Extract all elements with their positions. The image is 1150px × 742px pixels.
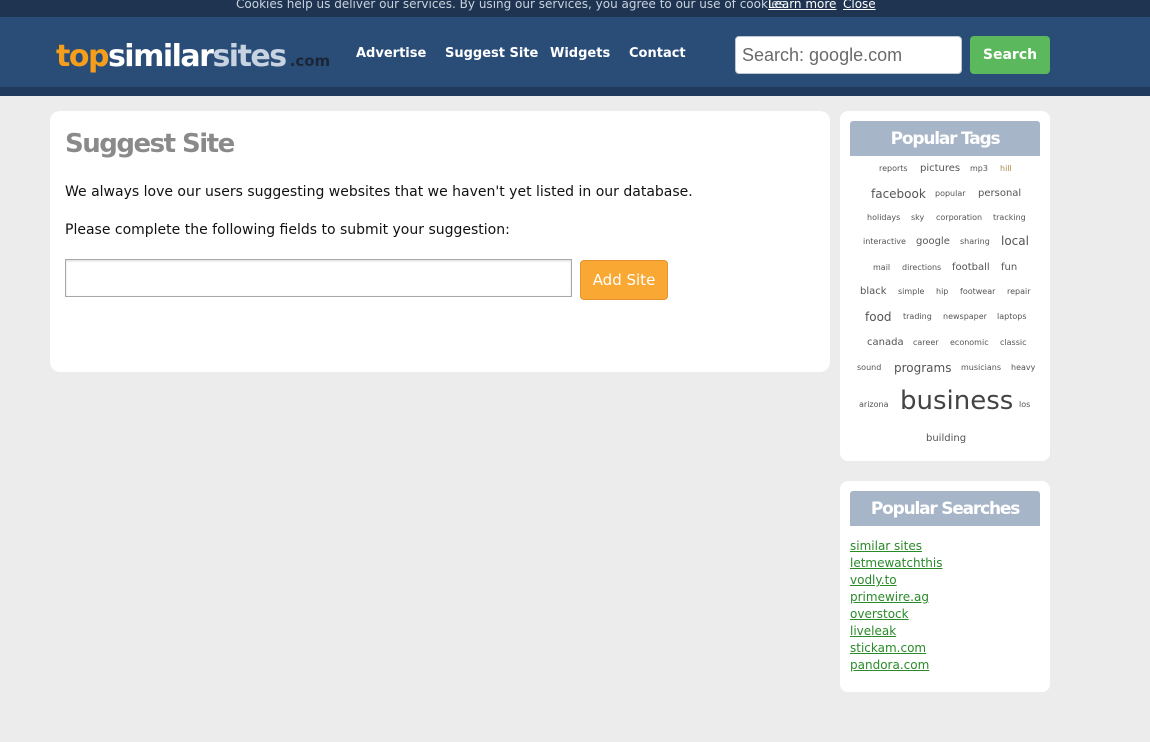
tag-link[interactable]: newspaper: [943, 312, 987, 321]
tag-link[interactable]: fun: [1001, 262, 1017, 273]
cookie-close-link[interactable]: Close: [843, 0, 876, 10]
intro-text: We always love our users suggesting webs…: [65, 184, 693, 200]
popular-search-link[interactable]: pandora.com: [850, 657, 942, 674]
popular-search-link[interactable]: stickam.com: [850, 640, 942, 657]
tag-link[interactable]: interactive: [863, 237, 906, 246]
popular-search-link[interactable]: vodly.to: [850, 572, 942, 589]
popular-search-link[interactable]: similar sites: [850, 538, 942, 555]
tag-link[interactable]: football: [952, 262, 990, 273]
tag-link[interactable]: personal: [978, 188, 1021, 199]
tag-link[interactable]: programs: [894, 361, 951, 375]
site-logo[interactable]: topsimilarsites .com: [56, 39, 330, 79]
tag-link[interactable]: hill: [1000, 164, 1012, 173]
popular-search-link[interactable]: liveleak: [850, 623, 942, 640]
header-bottom-strip: [0, 87, 1150, 96]
popular-searches-panel: Popular Searches similar sites letmewatc…: [840, 481, 1050, 692]
tag-link[interactable]: laptops: [997, 312, 1026, 321]
nav-contact[interactable]: Contact: [629, 46, 686, 61]
site-url-input[interactable]: [65, 259, 572, 297]
tag-link[interactable]: classic: [1000, 338, 1026, 347]
tag-link[interactable]: business: [900, 386, 1013, 416]
tag-link[interactable]: sharing: [960, 237, 990, 246]
popular-search-link[interactable]: primewire.ag: [850, 589, 942, 606]
popular-searches-title: Popular Searches: [850, 491, 1040, 526]
tag-link[interactable]: reports: [879, 164, 908, 173]
tag-link[interactable]: canada: [867, 337, 904, 348]
tag-link[interactable]: pictures: [920, 163, 960, 174]
tag-link[interactable]: building: [926, 433, 966, 444]
tag-link[interactable]: arizona: [859, 400, 888, 409]
nav-suggest-site[interactable]: Suggest Site: [445, 46, 538, 61]
instruction-text: Please complete the following fields to …: [65, 222, 510, 238]
tag-link[interactable]: tracking: [993, 213, 1026, 222]
popular-tags-title: Popular Tags: [850, 121, 1040, 156]
tag-link[interactable]: trading: [903, 312, 932, 321]
logo-top: top: [56, 39, 109, 74]
tag-link[interactable]: economic: [950, 338, 989, 347]
add-site-button[interactable]: Add Site: [580, 260, 668, 300]
tag-link[interactable]: popular: [935, 189, 966, 198]
tag-link[interactable]: musicians: [961, 363, 1001, 372]
search-input[interactable]: [735, 36, 962, 74]
tag-link[interactable]: sky: [911, 213, 924, 222]
nav-widgets[interactable]: Widgets: [550, 46, 610, 61]
suggest-site-card: Suggest Site We always love our users su…: [50, 111, 830, 372]
popular-tags-panel: Popular Tags reports pictures mp3 hill f…: [840, 111, 1050, 461]
logo-similar: similar: [107, 39, 214, 74]
tag-link[interactable]: facebook: [871, 187, 926, 201]
logo-com: .com: [289, 52, 331, 70]
tag-link[interactable]: directions: [902, 263, 941, 272]
tag-link[interactable]: footwear: [960, 287, 995, 296]
tag-link[interactable]: google: [916, 236, 950, 247]
cookie-message: Cookies help us deliver our services. By…: [236, 0, 789, 11]
tag-link[interactable]: mail: [873, 263, 890, 272]
tag-link[interactable]: corporation: [936, 213, 982, 222]
tag-link[interactable]: repair: [1007, 287, 1031, 296]
tag-link[interactable]: hip: [936, 287, 948, 296]
popular-search-link[interactable]: overstock: [850, 606, 942, 623]
search-button[interactable]: Search: [970, 36, 1050, 74]
tag-link[interactable]: los: [1019, 400, 1030, 409]
site-header: topsimilarsites .com Advertise Suggest Si…: [0, 17, 1150, 96]
popular-searches-list: similar sites letmewatchthis vodly.to pr…: [850, 538, 942, 674]
tag-link[interactable]: local: [1001, 234, 1029, 248]
tag-link[interactable]: career: [913, 338, 939, 347]
tag-link[interactable]: black: [860, 286, 887, 297]
popular-search-link[interactable]: letmewatchthis: [850, 555, 942, 572]
tag-link[interactable]: food: [865, 310, 892, 324]
page-title: Suggest Site: [65, 129, 235, 159]
tag-link[interactable]: heavy: [1011, 363, 1035, 372]
learn-more-link[interactable]: Learn more: [768, 0, 836, 10]
tag-link[interactable]: sound: [857, 363, 881, 372]
cookie-bar: Cookies help us deliver our services. By…: [0, 0, 1150, 17]
nav-advertise[interactable]: Advertise: [356, 46, 426, 61]
tag-link[interactable]: holidays: [867, 213, 900, 222]
tag-link[interactable]: simple: [898, 287, 924, 296]
logo-sites: sites: [212, 39, 287, 74]
tag-link[interactable]: mp3: [970, 164, 988, 173]
